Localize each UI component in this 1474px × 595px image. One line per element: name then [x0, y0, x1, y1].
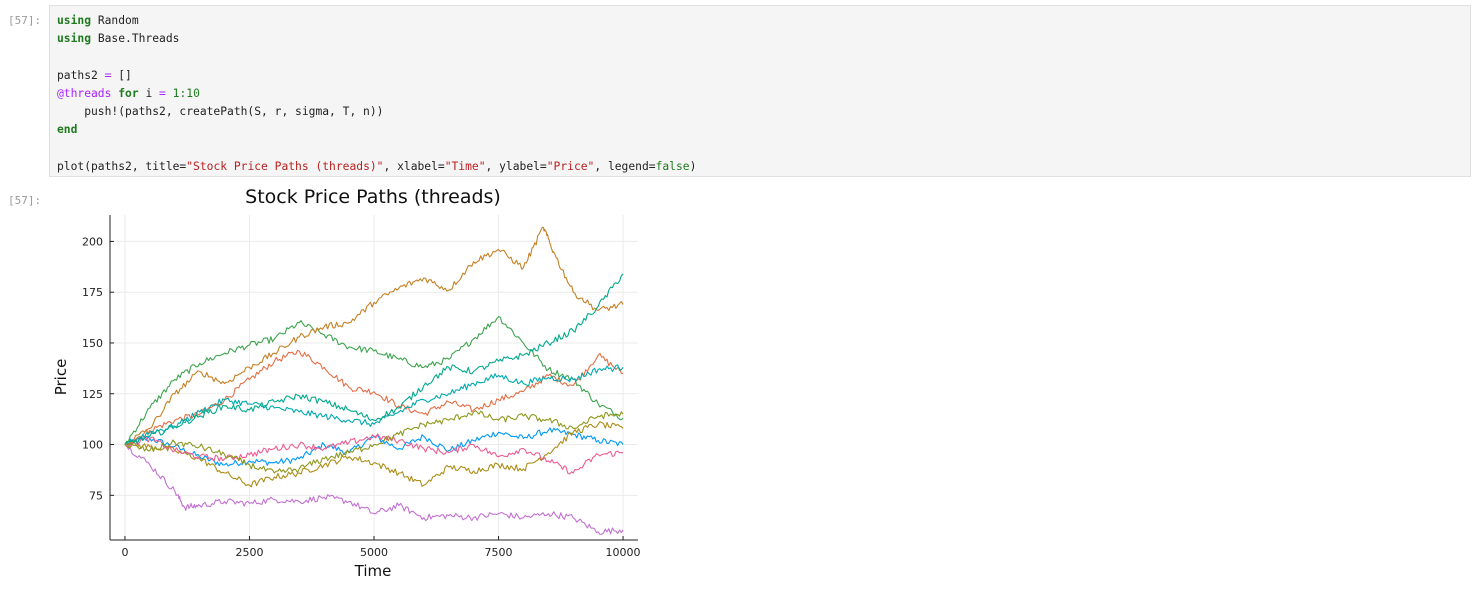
- chart-title: Stock Price Paths (threads): [245, 186, 501, 208]
- code-line-2: using Base.Threads: [57, 30, 696, 48]
- code-fragment: , legend=: [594, 159, 656, 173]
- code-fragment: i: [138, 86, 160, 100]
- input-prompt: [57]:: [8, 14, 42, 27]
- code-line-9: plot(paths2, title="Stock Price Paths (t…: [57, 158, 696, 176]
- code-macro: @threads: [57, 86, 112, 100]
- code-fragment: []: [111, 68, 132, 82]
- y-tick-label: 150: [82, 337, 103, 350]
- x-tick-label: 0: [121, 546, 128, 559]
- y-tick-label: 175: [82, 286, 103, 299]
- x-tick-label: 2500: [235, 546, 263, 559]
- x-tick-label: 10000: [606, 546, 641, 559]
- y-tick-label: 200: [82, 235, 103, 248]
- code-line-4: paths2 = []: [57, 67, 696, 85]
- x-tick-label: 5000: [360, 546, 388, 559]
- code-fragment: Base.Threads: [91, 32, 180, 46]
- code-fragment: , ylabel=: [485, 159, 547, 173]
- y-tick-label: 125: [82, 388, 103, 401]
- keyword-for: for: [111, 86, 139, 100]
- code-text: using Random using Base.Threads paths2 = […: [57, 12, 696, 176]
- code-fragment: plot(paths2, title=: [57, 159, 187, 173]
- y-axis-label: Price: [52, 359, 70, 396]
- code-line-5: @threads for i = 1:10: [57, 85, 696, 103]
- code-string: "Stock Price Paths (threads)": [186, 159, 384, 173]
- keyword-using: using: [57, 32, 92, 46]
- code-fragment: ): [689, 159, 697, 173]
- code-string: "Time": [444, 159, 486, 173]
- code-boolean: false: [655, 159, 690, 173]
- code-line-7: end: [57, 121, 696, 139]
- code-cell-editor[interactable]: using Random using Base.Threads paths2 = […: [49, 5, 1471, 177]
- code-number: 1:10: [165, 86, 200, 100]
- keyword-end: end: [57, 123, 78, 137]
- code-fragment: push!(paths2, createPath(S, r, sigma, T,…: [57, 104, 384, 118]
- code-line-1: using Random: [57, 12, 696, 30]
- x-axis-label: Time: [354, 562, 392, 580]
- plot-output: 0 2500 5000 7500 10000 75 100 125 150 175 200 Stoc…: [52, 186, 641, 580]
- output-prompt: [57]:: [8, 194, 42, 207]
- x-tick-label: 7500: [485, 546, 513, 559]
- code-fragment: , xlabel=: [383, 159, 445, 173]
- code-fragment: Random: [91, 14, 139, 27]
- y-tick-label: 100: [82, 439, 103, 452]
- keyword-using: using: [57, 14, 92, 27]
- code-line-6: push!(paths2, createPath(S, r, sigma, T,…: [57, 103, 696, 121]
- code-operator: =: [159, 86, 166, 100]
- y-tick-label: 75: [89, 489, 103, 502]
- code-string: "Price": [546, 159, 595, 173]
- code-fragment: paths2: [57, 68, 105, 82]
